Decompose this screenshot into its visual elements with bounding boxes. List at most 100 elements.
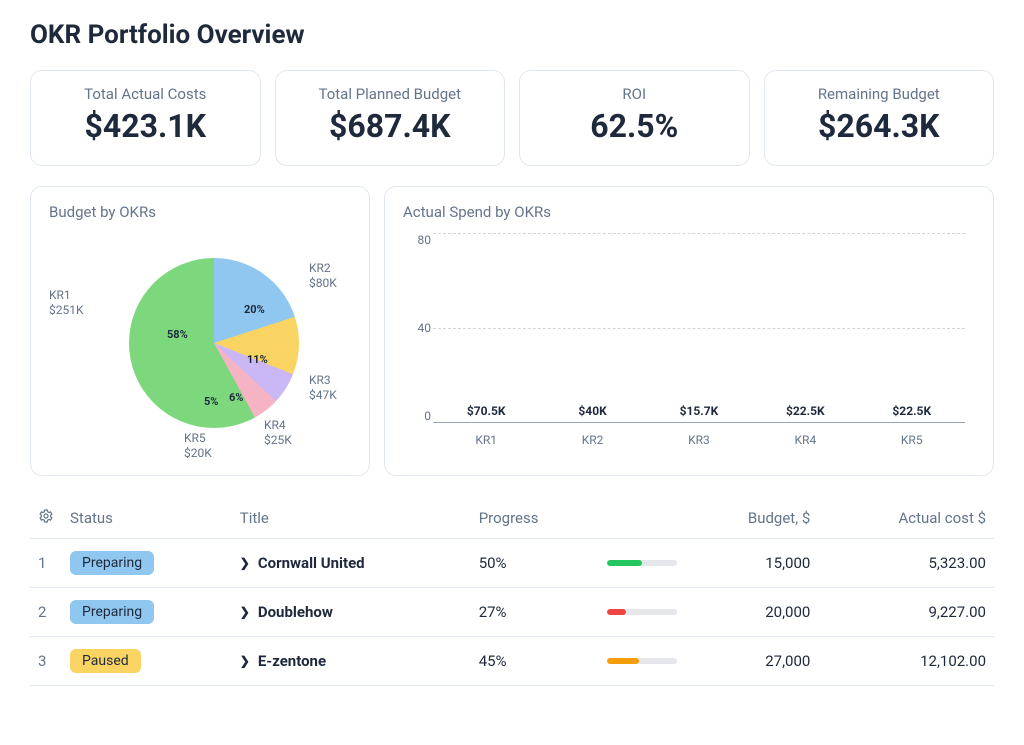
row-title[interactable]: ❯ E-zentone <box>232 637 471 686</box>
bar-y-axis: 80 40 0 <box>403 233 431 423</box>
row-progress-bar <box>599 637 685 686</box>
page-title: OKR Portfolio Overview <box>30 20 994 50</box>
progress-fill <box>607 560 642 566</box>
chevron-right-icon[interactable]: ❯ <box>240 556 250 570</box>
kpi-value: 62.5% <box>538 107 731 145</box>
bar-value-label: $70.5K <box>467 404 506 418</box>
row-index: 1 <box>30 539 62 588</box>
chevron-right-icon[interactable]: ❯ <box>240 605 250 619</box>
bar-title: Actual Spend by OKRs <box>403 203 975 221</box>
kpi-row: Total Actual Costs $423.1K Total Planned… <box>30 70 994 166</box>
chart-row: Budget by OKRs 58% 20% 11% 6% 5% KR1$251… <box>30 186 994 476</box>
pie-panel: Budget by OKRs 58% 20% 11% 6% 5% KR1$251… <box>30 186 370 476</box>
row-actual: 9,227.00 <box>818 588 994 637</box>
bar-col-kr1: $70.5K <box>436 404 536 422</box>
pie-ext-kr5: KR5$20K <box>184 431 212 461</box>
th-budget[interactable]: Budget, $ <box>685 498 818 539</box>
row-title-text: Doublehow <box>258 603 333 621</box>
row-title-text: Cornwall United <box>258 554 365 572</box>
progress-track <box>607 658 677 664</box>
row-budget: 20,000 <box>685 588 818 637</box>
row-index: 2 <box>30 588 62 637</box>
okr-table: Status Title Progress Budget, $ Actual c… <box>30 498 994 686</box>
bar-col-kr2: $40K <box>543 404 643 422</box>
progress-track <box>607 560 677 566</box>
y-tick: 0 <box>403 409 431 423</box>
row-progress: 50% <box>471 539 600 588</box>
pie-ext-kr2: KR2$80K <box>309 261 337 291</box>
bar-x-label: KR5 <box>862 433 962 447</box>
status-badge: Preparing <box>70 551 154 575</box>
kpi-card-planned-budget: Total Planned Budget $687.4K <box>275 70 506 166</box>
kpi-label: ROI <box>538 85 731 103</box>
progress-fill <box>607 658 639 664</box>
kpi-value: $264.3K <box>783 107 976 145</box>
pie-pct-kr3: 11% <box>247 353 268 366</box>
table-header-row: Status Title Progress Budget, $ Actual c… <box>30 498 994 539</box>
kpi-label: Total Actual Costs <box>49 85 242 103</box>
pie-ext-kr4: KR4$25K <box>264 418 292 448</box>
y-tick: 40 <box>403 321 431 335</box>
bar-value-label: $15.7K <box>680 404 719 418</box>
y-tick: 80 <box>403 233 431 247</box>
kpi-card-remaining-budget: Remaining Budget $264.3K <box>764 70 995 166</box>
pie-chart: 58% 20% 11% 6% 5% KR1$251K KR2$80K KR3$4… <box>49 233 351 453</box>
row-actual: 5,323.00 <box>818 539 994 588</box>
progress-fill <box>607 609 626 615</box>
th-status[interactable]: Status <box>62 498 232 539</box>
status-badge: Preparing <box>70 600 154 624</box>
table-row[interactable]: 3 Paused ❯ E-zentone 45% 27,00012,102.00 <box>30 637 994 686</box>
bar-value-label: $22.5K <box>786 404 825 418</box>
progress-pct: 27% <box>479 603 519 621</box>
row-title-text: E-zentone <box>258 652 326 670</box>
pie-pct-kr1: 58% <box>167 328 188 341</box>
gear-icon <box>38 510 54 528</box>
kpi-card-roi: ROI 62.5% <box>519 70 750 166</box>
pie-pct-kr5: 5% <box>204 395 218 408</box>
row-budget: 15,000 <box>685 539 818 588</box>
table-row[interactable]: 2 Preparing ❯ Doublehow 27% 20,0009,227.00 <box>30 588 994 637</box>
row-status: Preparing <box>62 539 232 588</box>
bar-value-label: $40K <box>578 404 606 418</box>
row-title[interactable]: ❯ Doublehow <box>232 588 471 637</box>
table-row[interactable]: 1 Preparing ❯ Cornwall United 50% 15,0005,323… <box>30 539 994 588</box>
row-progress-bar <box>599 588 685 637</box>
bar-col-kr3: $15.7K <box>649 404 749 422</box>
kpi-value: $423.1K <box>49 107 242 145</box>
row-status: Preparing <box>62 588 232 637</box>
bar-x-label: KR2 <box>543 433 643 447</box>
pie-title: Budget by OKRs <box>49 203 351 221</box>
th-progress[interactable]: Progress <box>471 498 600 539</box>
bar-x-label: KR1 <box>436 433 536 447</box>
bar-col-kr5: $22.5K <box>862 404 962 422</box>
bar-x-label: KR3 <box>649 433 749 447</box>
row-progress: 27% <box>471 588 600 637</box>
pie-ext-kr3: KR3$47K <box>309 373 337 403</box>
kpi-value: $687.4K <box>294 107 487 145</box>
kpi-label: Total Planned Budget <box>294 85 487 103</box>
row-progress: 45% <box>471 637 600 686</box>
pie-pct-kr2: 20% <box>244 303 265 316</box>
th-actual[interactable]: Actual cost $ <box>818 498 994 539</box>
kpi-card-actual-costs: Total Actual Costs $423.1K <box>30 70 261 166</box>
chevron-right-icon[interactable]: ❯ <box>240 654 250 668</box>
bar-chart: 80 40 0 $70.5K$40K$15.7K$22.5K$22.5K KR1… <box>433 233 965 443</box>
pie-pct-kr4: 6% <box>229 391 243 404</box>
row-index: 3 <box>30 637 62 686</box>
progress-pct: 45% <box>479 652 519 670</box>
row-status: Paused <box>62 637 232 686</box>
row-actual: 12,102.00 <box>818 637 994 686</box>
status-badge: Paused <box>70 649 141 673</box>
bar-value-label: $22.5K <box>892 404 931 418</box>
bar-panel: Actual Spend by OKRs 80 40 0 $70.5K$40K$… <box>384 186 994 476</box>
th-title[interactable]: Title <box>232 498 471 539</box>
row-progress-bar <box>599 539 685 588</box>
bar-col-kr4: $22.5K <box>755 404 855 422</box>
pie-ext-kr1: KR1$251K <box>49 288 84 318</box>
table-header-gear[interactable] <box>30 498 62 539</box>
row-budget: 27,000 <box>685 637 818 686</box>
bar-x-label: KR4 <box>755 433 855 447</box>
bar-container: $70.5K $40K $15.7K $22.5K $22.5K <box>433 233 965 423</box>
kpi-label: Remaining Budget <box>783 85 976 103</box>
row-title[interactable]: ❯ Cornwall United <box>232 539 471 588</box>
